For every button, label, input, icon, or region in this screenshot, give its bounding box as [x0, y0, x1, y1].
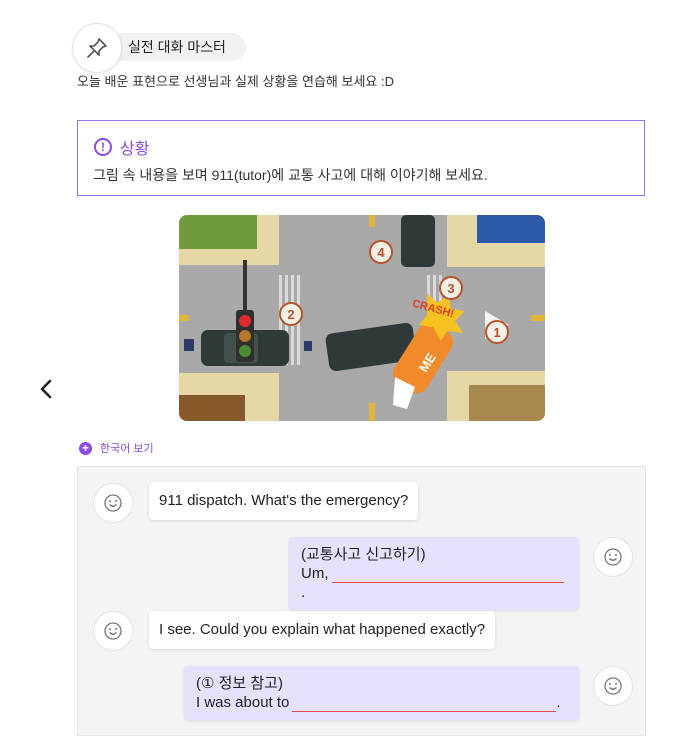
back-button[interactable] — [36, 376, 56, 402]
user-message: (① 정보 참고) I was about to. — [184, 666, 579, 720]
page-subtitle: 오늘 배운 표현으로 선생님과 실제 상황을 연습해 보세요 :D — [77, 74, 394, 89]
user-avatar — [593, 666, 633, 706]
tutor-avatar — [93, 483, 133, 523]
chevron-left-icon — [40, 379, 52, 399]
svg-text:2: 2 — [287, 307, 294, 322]
tutor-message: I see. Could you explain what happened e… — [149, 611, 496, 649]
message-hint: (① 정보 참고) — [196, 675, 283, 692]
tutor-avatar — [93, 611, 133, 651]
plus-circle-icon: + — [79, 441, 92, 455]
user-message: (교통사고 신고하기) Um,. — [289, 537, 579, 610]
situation-box: ! 상황 그림 속 내용을 보며 911(tutor)에 교통 사고에 대해 이… — [77, 120, 645, 196]
svg-text:3: 3 — [447, 281, 454, 296]
svg-text:4: 4 — [377, 245, 385, 260]
show-korean-label: 한국어 보기 — [100, 443, 154, 455]
chat-area: 911 dispatch. What's the emergency? (교통사… — [77, 466, 646, 736]
situation-heading: ! 상황 — [94, 135, 149, 159]
user-avatar — [593, 537, 633, 577]
answer-prefix: I was about to — [196, 694, 290, 711]
answer-blank[interactable] — [292, 693, 557, 712]
show-korean-toggle[interactable]: + 한국어 보기 — [79, 440, 154, 456]
smiley-icon — [104, 622, 122, 640]
answer-suffix: . — [556, 694, 561, 711]
accident-scene-image: CRASH! ME 12 34 — [179, 215, 545, 421]
smiley-icon — [604, 548, 622, 566]
pin-icon — [87, 38, 107, 58]
situation-heading-label: 상황 — [120, 141, 150, 158]
answer-prefix: Um, — [301, 565, 329, 582]
answer-line: I was about to. — [196, 693, 567, 712]
answer-blank[interactable] — [331, 564, 564, 583]
tutor-message: 911 dispatch. What's the emergency? — [149, 482, 419, 520]
situation-text: 그림 속 내용을 보며 911(tutor)에 교통 사고에 대해 이야기해 보… — [93, 167, 488, 183]
svg-text:1: 1 — [493, 325, 500, 340]
answer-line: Um,. — [301, 564, 567, 602]
alert-icon: ! — [94, 138, 112, 156]
smiley-icon — [104, 494, 122, 512]
pin-button[interactable] — [72, 23, 122, 73]
smiley-icon — [604, 677, 622, 695]
message-hint: (교통사고 신고하기) — [301, 546, 426, 563]
answer-suffix: . — [301, 584, 306, 601]
